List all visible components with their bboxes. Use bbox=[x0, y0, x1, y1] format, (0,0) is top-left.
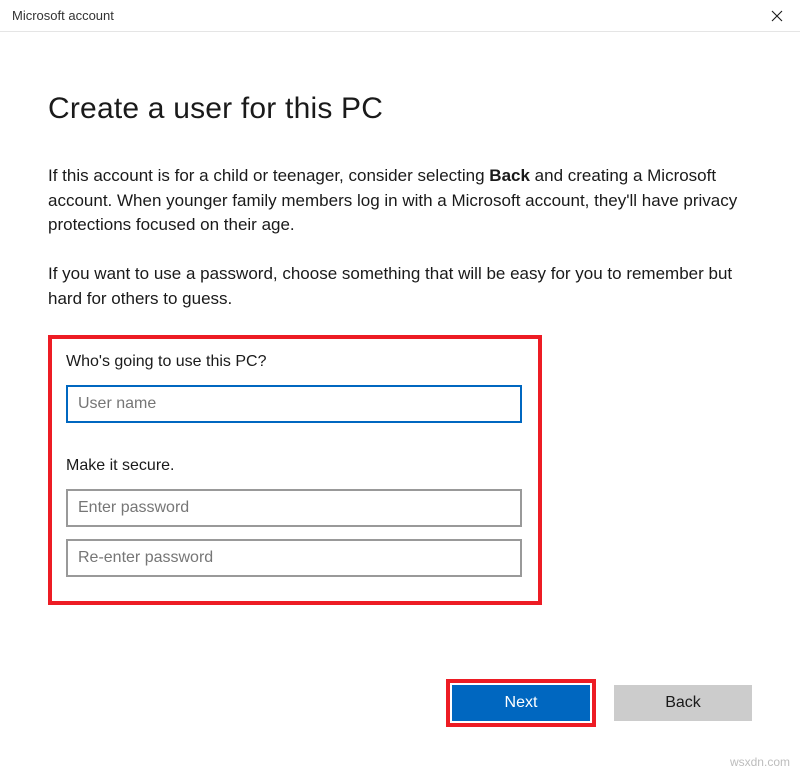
window-title: Microsoft account bbox=[12, 8, 114, 23]
username-input[interactable] bbox=[66, 385, 522, 423]
titlebar: Microsoft account bbox=[0, 0, 800, 32]
intro-paragraph-1: If this account is for a child or teenag… bbox=[48, 164, 748, 238]
page-heading: Create a user for this PC bbox=[48, 92, 752, 126]
watermark: wsxdn.com bbox=[730, 755, 790, 769]
next-button[interactable]: Next bbox=[452, 685, 590, 721]
button-row: Next Back bbox=[446, 679, 752, 727]
content-area: Create a user for this PC If this accoun… bbox=[0, 32, 800, 605]
close-button[interactable] bbox=[754, 0, 800, 32]
who-label: Who's going to use this PC? bbox=[66, 353, 522, 371]
form-section: Who's going to use this PC? Make it secu… bbox=[48, 335, 542, 605]
p1-pre: If this account is for a child or teenag… bbox=[48, 166, 489, 185]
p1-bold: Back bbox=[489, 166, 530, 185]
secure-label: Make it secure. bbox=[66, 457, 522, 475]
password-input[interactable] bbox=[66, 489, 522, 527]
back-button[interactable]: Back bbox=[614, 685, 752, 721]
next-button-highlight: Next bbox=[446, 679, 596, 727]
reenter-password-input[interactable] bbox=[66, 539, 522, 577]
intro-paragraph-2: If you want to use a password, choose so… bbox=[48, 262, 748, 311]
close-icon bbox=[771, 10, 783, 22]
